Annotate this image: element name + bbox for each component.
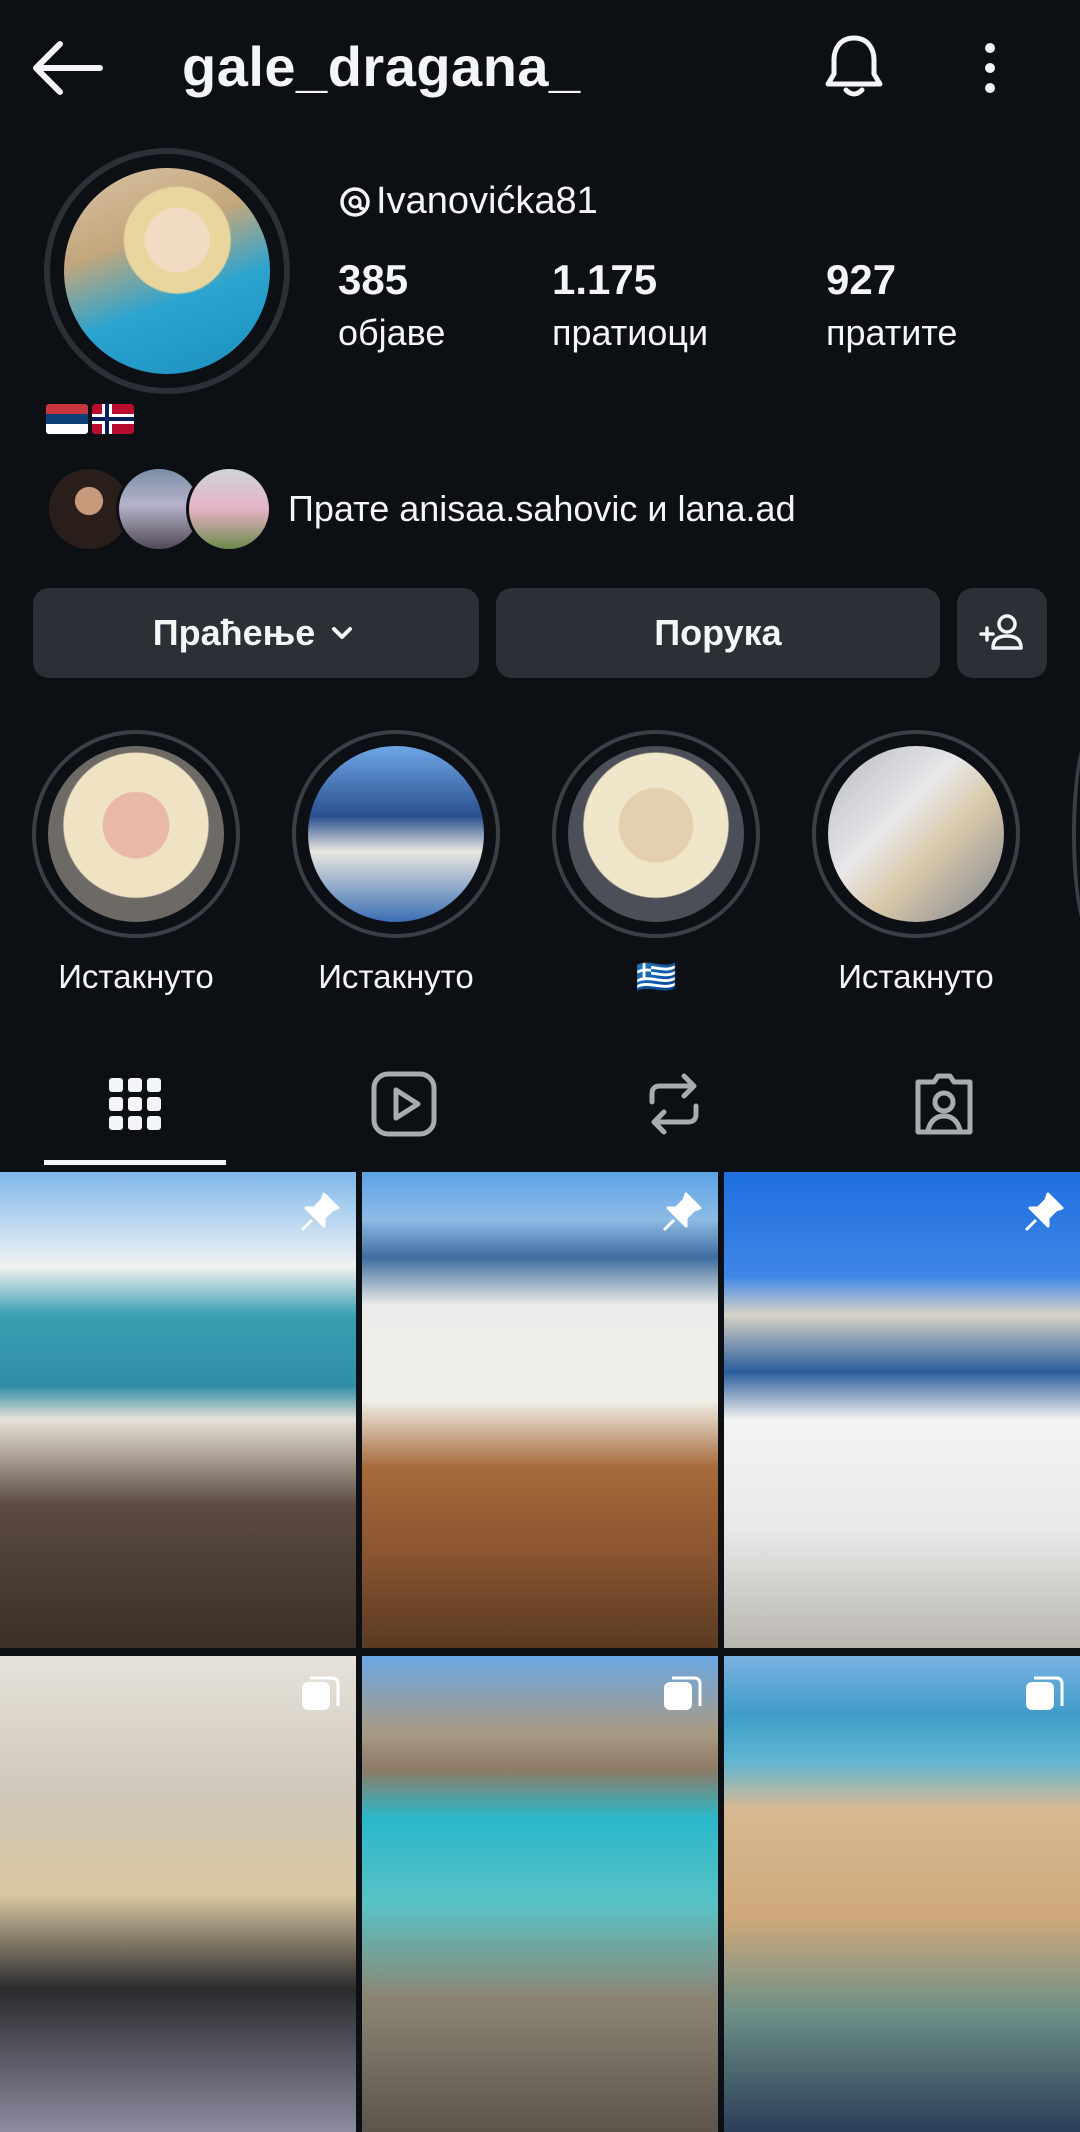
message-label: Порука [654,612,782,653]
highlight-image [48,746,224,922]
more-vertical-icon[interactable] [972,36,1008,100]
post-thumbnail[interactable] [724,1172,1080,1648]
story-highlight[interactable]: Истакнуто [292,730,500,996]
following-button[interactable]: Праћење [33,588,479,678]
chevron-down-icon [332,627,353,639]
story-highlight-partial[interactable] [1072,730,1080,938]
highlight-ring [552,730,760,938]
add-person-icon [979,614,1023,650]
mutual-followers-text: Прате anisaa.sahovic и lana.ad [288,488,796,529]
stat-label: пратиоци [552,312,709,353]
carousel-icon [302,1676,340,1710]
stat-label: пратите [826,312,958,353]
profile-avatar[interactable] [44,148,290,394]
post-thumbnail[interactable] [0,1172,356,1648]
profile-tabs [0,1040,1080,1170]
mutual-avatar [186,466,272,552]
stat-value: 927 [826,256,897,303]
post-thumbnail[interactable] [362,1656,718,2132]
serbia-flag-icon [46,404,88,434]
message-button[interactable]: Порука [496,588,940,678]
highlight-ring [32,730,240,938]
stat-value: 385 [338,256,409,303]
top-bar: gale_dragana_ [0,0,1080,140]
stat-label: објаве [338,312,446,353]
pin-icon [1024,1192,1064,1232]
stat-value: 1.175 [552,256,658,303]
stat-following[interactable]: 927 пратите [826,256,957,354]
highlight-image [308,746,484,922]
highlight-label: Истакнуто [58,958,214,995]
repost-icon[interactable] [634,1064,714,1144]
highlight-label: 🇬🇷 [635,958,677,995]
carousel-icon [664,1676,702,1710]
stat-posts[interactable]: 385 објаве [338,256,445,354]
highlight-ring [812,730,1020,938]
reels-icon[interactable] [364,1064,444,1144]
post-thumbnail[interactable] [724,1656,1080,2132]
threads-handle-link[interactable]: Ivanovićka81 [338,180,598,223]
grid-icon[interactable] [95,1064,175,1144]
threads-handle-text: Ivanovićka81 [376,180,598,222]
norway-flag-icon [92,404,134,434]
story-highlight[interactable]: 🇬🇷 [552,730,760,997]
bio-flags [46,404,134,434]
pin-icon [662,1192,702,1232]
highlight-image [568,746,744,922]
back-arrow-icon[interactable] [30,36,106,100]
active-tab-indicator [44,1160,226,1165]
highlight-label: Истакнуто [318,958,474,995]
profile-username: gale_dragana_ [182,35,581,98]
stat-followers[interactable]: 1.175 пратиоци [552,256,708,354]
tagged-icon[interactable] [904,1064,984,1144]
carousel-icon [1026,1676,1064,1710]
post-thumbnail[interactable] [362,1172,718,1648]
threads-icon [340,186,370,217]
following-label: Праћење [152,612,316,653]
highlight-ring [292,730,500,938]
highlight-image [828,746,1004,922]
bell-icon[interactable] [818,30,890,102]
avatar-image [64,168,270,374]
add-friend-button[interactable] [957,588,1047,678]
highlight-label: Истакнуто [838,958,994,995]
story-highlight[interactable]: Истакнуто [812,730,1020,996]
story-highlight[interactable]: Истакнуто [32,730,240,996]
pin-icon [300,1192,340,1232]
post-thumbnail[interactable] [0,1656,356,2132]
